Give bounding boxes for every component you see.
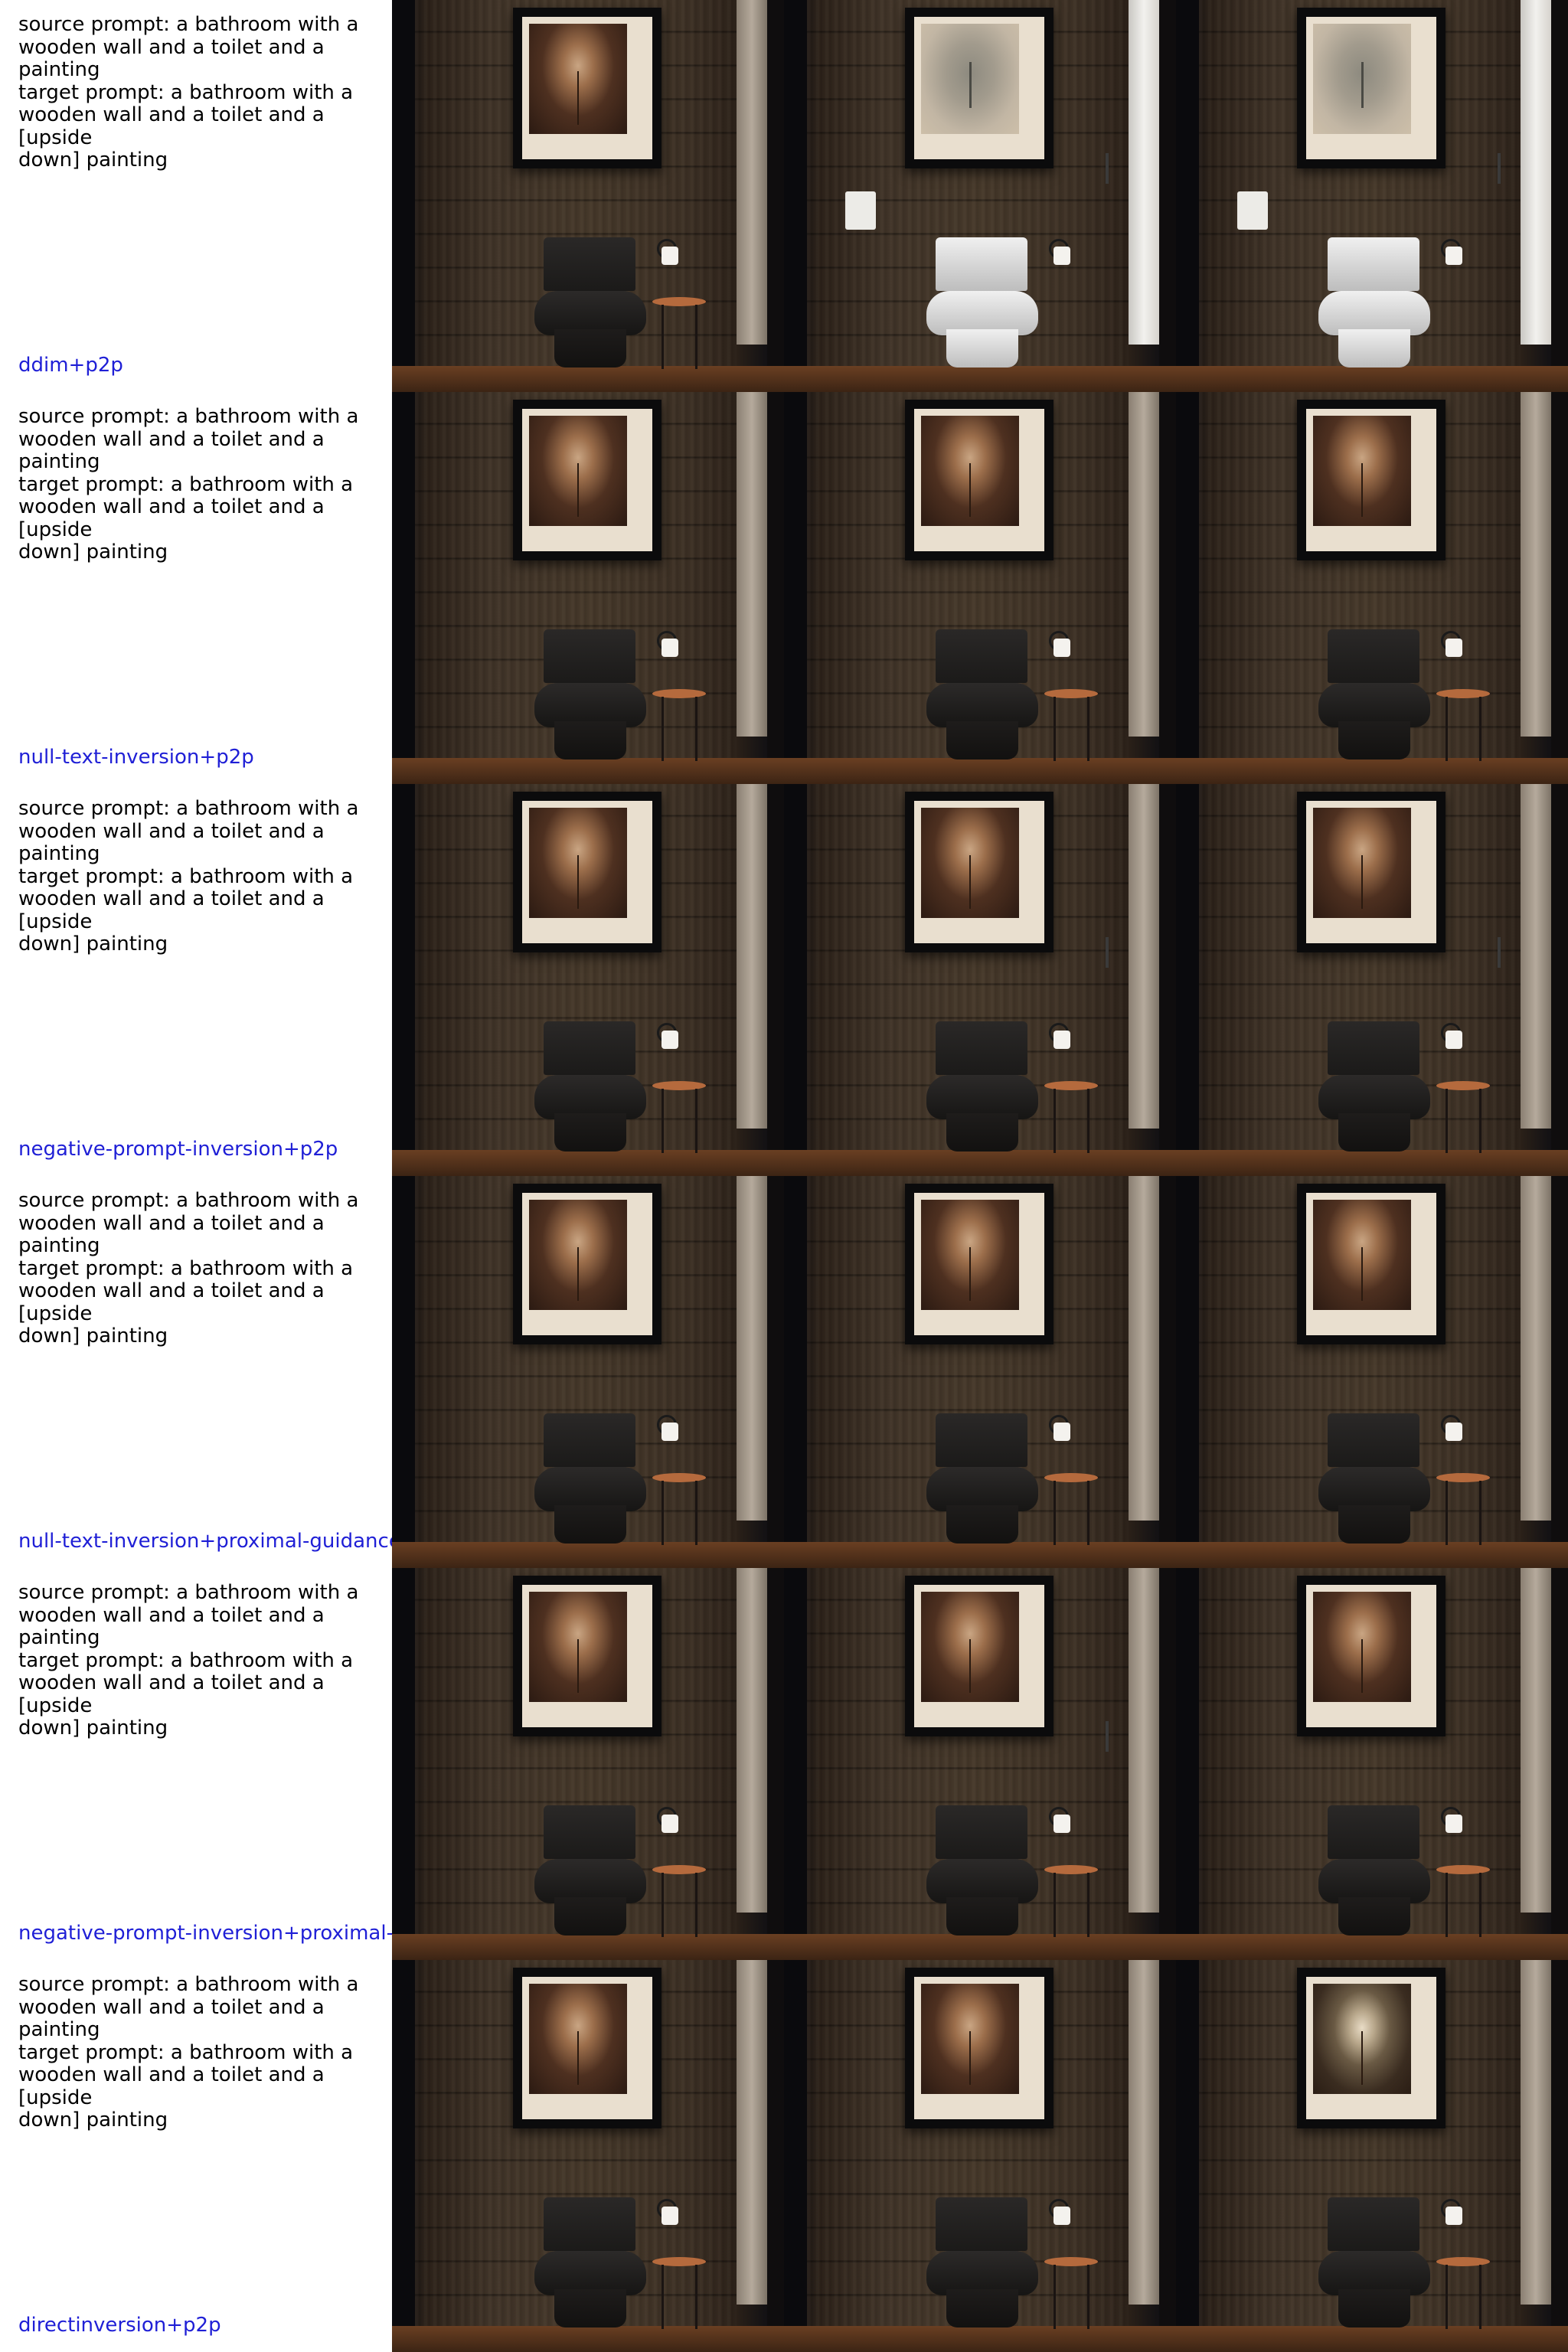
row-label: source prompt: a bathroom with a wooden … [0, 1176, 392, 1568]
result-row: source prompt: a bathroom with a wooden … [0, 784, 1568, 1176]
edited-image [1176, 1568, 1568, 1960]
result-row: source prompt: a bathroom with a wooden … [0, 1568, 1568, 1960]
row-label: source prompt: a bathroom with a wooden … [0, 1960, 392, 2352]
prompt-text: source prompt: a bathroom with a wooden … [18, 406, 359, 564]
method-name: null-text-inversion+p2p [18, 746, 254, 769]
prompt-text: source prompt: a bathroom with a wooden … [18, 798, 359, 956]
edited-image [784, 1960, 1176, 2352]
prompt-text: source prompt: a bathroom with a wooden … [18, 1582, 359, 1740]
method-name: negative-prompt-inversion+p2p [18, 1138, 338, 1161]
edited-image [1176, 784, 1568, 1176]
result-row: source prompt: a bathroom with a wooden … [0, 1176, 1568, 1568]
comparison-grid: source prompt: a bathroom with a wooden … [0, 0, 1568, 2352]
method-name: directinversion+p2p [18, 2314, 221, 2337]
source-image [392, 1568, 784, 1960]
source-image [392, 0, 784, 392]
row-label: source prompt: a bathroom with a wooden … [0, 392, 392, 784]
edited-image [1176, 1960, 1568, 2352]
edited-image [784, 392, 1176, 784]
row-label: source prompt: a bathroom with a wooden … [0, 1568, 392, 1960]
source-image [392, 784, 784, 1176]
prompt-text: source prompt: a bathroom with a wooden … [18, 14, 359, 172]
result-row: source prompt: a bathroom with a wooden … [0, 1960, 1568, 2352]
source-image [392, 1960, 784, 2352]
edited-image [1176, 392, 1568, 784]
method-name: ddim+p2p [18, 354, 123, 377]
source-image [392, 1176, 784, 1568]
method-name: negative-prompt-inversion+proximal-g [18, 1922, 392, 1945]
edited-image [784, 1568, 1176, 1960]
method-name: null-text-inversion+proximal-guidance [18, 1530, 392, 1553]
edited-image [784, 0, 1176, 392]
edited-image [1176, 1176, 1568, 1568]
prompt-text: source prompt: a bathroom with a wooden … [18, 1190, 359, 1348]
result-row: source prompt: a bathroom with a wooden … [0, 0, 1568, 392]
result-row: source prompt: a bathroom with a wooden … [0, 392, 1568, 784]
row-label: source prompt: a bathroom with a wooden … [0, 784, 392, 1176]
source-image [392, 392, 784, 784]
edited-image [784, 1176, 1176, 1568]
edited-image [1176, 0, 1568, 392]
edited-image [784, 784, 1176, 1176]
prompt-text: source prompt: a bathroom with a wooden … [18, 1974, 359, 2132]
row-label: source prompt: a bathroom with a wooden … [0, 0, 392, 392]
